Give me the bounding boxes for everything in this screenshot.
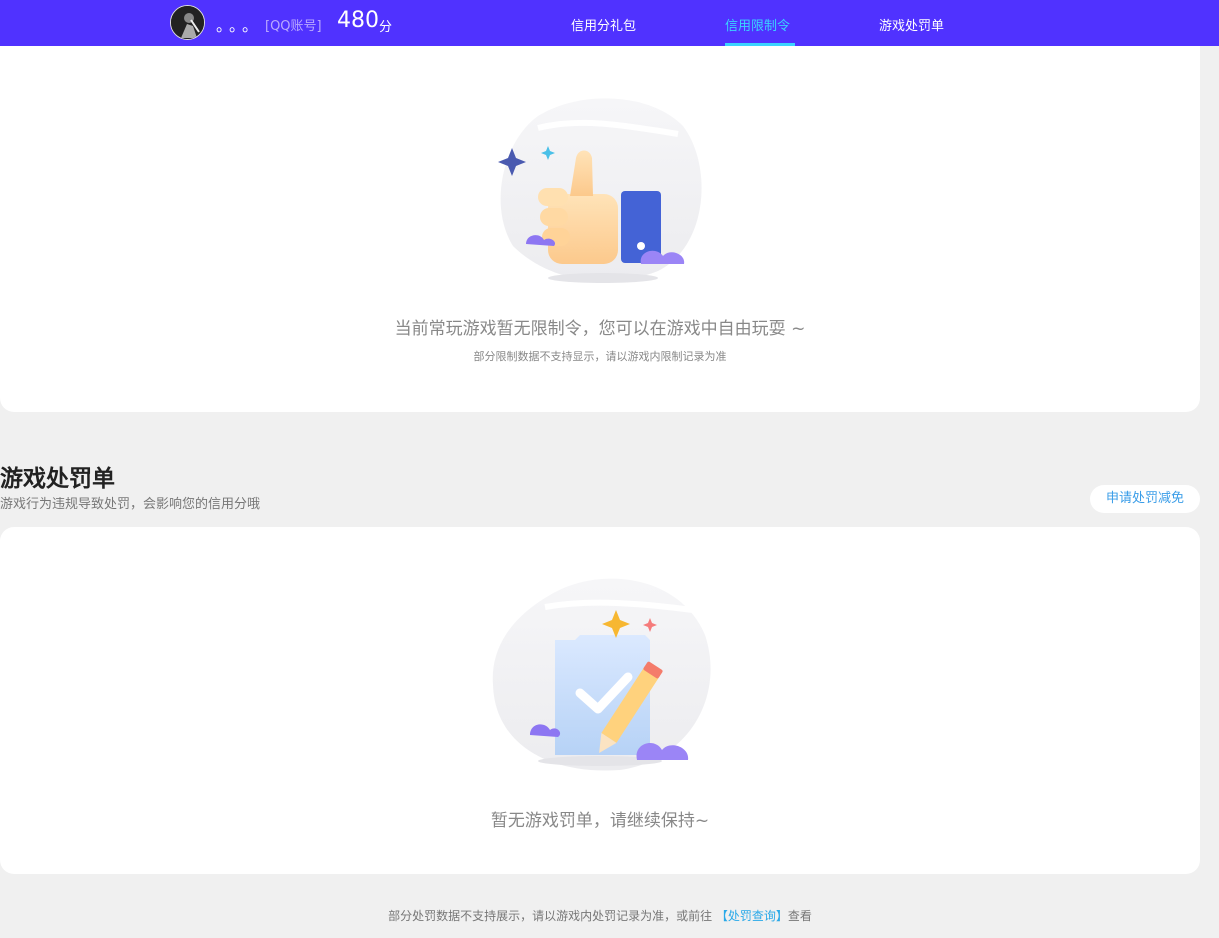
tab-credit-restriction[interactable]: 信用限制令 (725, 15, 790, 34)
avatar[interactable] (170, 5, 205, 40)
account-type-label: [QQ账号] (265, 19, 322, 34)
penalty-section-title: 游戏处罚单 (0, 466, 115, 492)
restriction-empty-note: 部分限制数据不支持显示，请以游戏内限制记录为准 (473, 350, 727, 363)
tab-game-penalty[interactable]: 游戏处罚单 (879, 15, 944, 34)
penalty-footer-note: 部分处罚数据不支持展示，请以游戏内处罚记录为准，或前往 【处罚查询】查看 (0, 907, 1200, 924)
penalty-section-description: 游戏行为违规导致处罚，会影响您的信用分哦 (0, 497, 261, 512)
credit-score-unit: 分 (379, 20, 393, 35)
penalty-empty-title: 暂无游戏罚单，请继续保持~ (490, 811, 710, 831)
checklist-pencil-illustration (490, 575, 720, 775)
footer-suffix: 查看 (787, 909, 812, 923)
top-bar: 。。。 [QQ账号] 480 分 信用分礼包 信用限制令 游戏处罚单 (0, 0, 1219, 46)
apply-penalty-reduction-button[interactable]: 申请处罚减免 (1090, 485, 1200, 513)
restriction-empty-title: 当前常玩游戏暂无限制令，您可以在游戏中自由玩耍 ~ (394, 319, 806, 339)
tab-credit-gift[interactable]: 信用分礼包 (571, 15, 636, 34)
credit-score: 480 (337, 8, 379, 33)
thumbs-up-illustration (498, 96, 710, 286)
penalty-query-link[interactable]: 【处罚查询】 (716, 909, 788, 923)
footer-text: 部分处罚数据不支持展示，请以游戏内处罚记录为准，或前往 (388, 909, 713, 923)
restriction-card: 当前常玩游戏暂无限制令，您可以在游戏中自由玩耍 ~ 部分限制数据不支持显示，请以… (0, 46, 1200, 412)
username: 。。。 (216, 16, 264, 35)
penalty-card: 暂无游戏罚单，请继续保持~ (0, 527, 1200, 874)
